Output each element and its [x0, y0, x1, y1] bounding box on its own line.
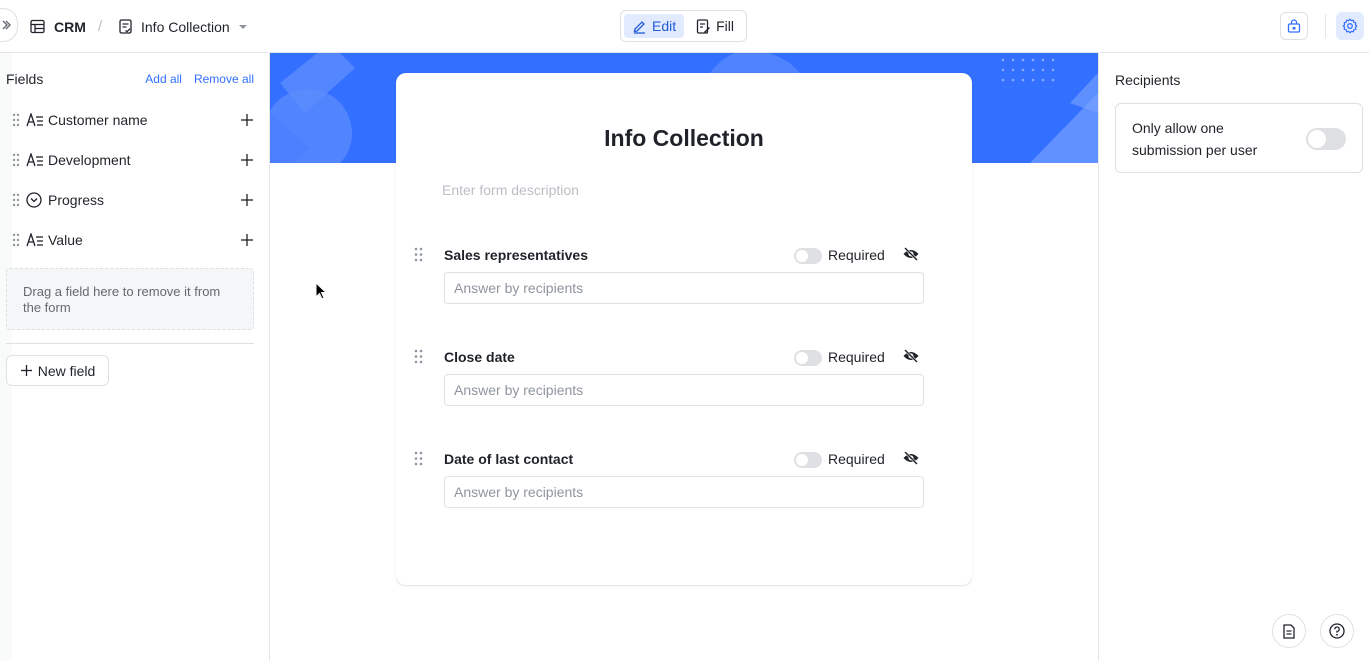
field-item-value[interactable]: Value [10, 225, 254, 255]
hide-field-icon[interactable] [902, 450, 920, 466]
drag-handle-icon[interactable] [10, 193, 22, 207]
recipients-title: Recipients [1115, 72, 1181, 88]
one-submission-toggle[interactable] [1306, 128, 1346, 150]
top-bar: CRM / Info Collection Edit Fill [0, 0, 1369, 53]
required-label: Required [828, 451, 885, 467]
fields-panel: Fields Add all Remove all Customer name … [0, 53, 270, 661]
pencil-icon [633, 20, 645, 34]
drop-zone-hint: Drag a field here to remove it from the … [23, 284, 221, 315]
drag-handle-icon[interactable] [10, 113, 22, 127]
answer-input[interactable]: Answer by recipients [444, 476, 924, 508]
form-canvas: Info Collection Enter form description S… [270, 53, 1098, 661]
app-root: CRM / Info Collection Edit Fill Fields A… [0, 0, 1369, 661]
required-toggle[interactable] [794, 350, 822, 366]
lock-box-icon [1287, 19, 1301, 33]
fields-divider [6, 343, 254, 344]
question-label: Date of last contact [444, 451, 574, 467]
form-name: Info Collection [141, 18, 230, 35]
single-select-icon [26, 192, 46, 208]
new-field-button[interactable]: New field [6, 355, 109, 386]
field-item-customer-name[interactable]: Customer name [10, 105, 254, 135]
caret-down-icon [238, 24, 247, 29]
form-icon [119, 19, 132, 34]
chevron-right-icon [2, 20, 11, 30]
text-field-icon [26, 152, 46, 168]
mouse-cursor-icon [315, 282, 327, 300]
lock-form-button[interactable] [1280, 12, 1308, 40]
table-icon [30, 19, 45, 34]
drag-handle-icon[interactable] [10, 233, 22, 247]
answer-input[interactable]: Answer by recipients [444, 272, 924, 304]
breadcrumb-separator: / [98, 18, 103, 35]
app-name: CRM [54, 18, 86, 35]
remove-field-drop-zone[interactable]: Drag a field here to remove it from the … [6, 268, 254, 330]
one-submission-setting: Only allow one submission per user [1115, 103, 1363, 173]
toolbar-divider [1325, 14, 1326, 38]
fields-panel-title: Fields [6, 71, 44, 87]
edit-mode-button[interactable]: Edit [624, 14, 685, 38]
form-card: Info Collection Enter form description S… [396, 73, 972, 585]
document-icon [1283, 623, 1295, 639]
field-item-label: Progress [48, 192, 105, 208]
plus-icon[interactable] [240, 153, 254, 167]
form-title[interactable]: Info Collection [396, 125, 972, 152]
plus-icon [20, 365, 32, 376]
new-field-label: New field [37, 362, 96, 379]
required-label: Required [828, 349, 885, 365]
help-icon [1329, 623, 1345, 639]
form-description-input[interactable]: Enter form description [442, 182, 579, 198]
add-all-link[interactable]: Add all [145, 72, 182, 86]
plus-icon[interactable] [240, 113, 254, 127]
field-item-label: Customer name [48, 112, 148, 128]
help-button[interactable] [1320, 614, 1354, 648]
text-field-icon [26, 112, 46, 128]
field-item-progress[interactable]: Progress [10, 185, 254, 215]
answer-input[interactable]: Answer by recipients [444, 374, 924, 406]
question-label: Close date [444, 349, 515, 365]
required-toggle[interactable] [794, 248, 822, 264]
hide-field-icon[interactable] [902, 348, 920, 364]
text-field-icon [26, 232, 46, 248]
fields-panel-header: Fields Add all Remove all [6, 71, 254, 87]
drag-handle-icon[interactable] [414, 349, 423, 364]
field-item-label: Value [48, 232, 83, 248]
edit-mode-label: Edit [652, 18, 677, 34]
gear-icon [1342, 18, 1358, 34]
field-item-label: Development [48, 152, 131, 168]
drag-handle-icon[interactable] [414, 451, 423, 466]
remove-all-link[interactable]: Remove all [194, 72, 254, 86]
fill-mode-label: Fill [716, 18, 735, 34]
drag-handle-icon[interactable] [10, 153, 22, 167]
plus-icon[interactable] [240, 193, 254, 207]
plus-icon[interactable] [240, 233, 254, 247]
document-button[interactable] [1272, 614, 1306, 648]
one-submission-label: Only allow one submission per user [1132, 120, 1258, 158]
drag-handle-icon[interactable] [414, 247, 423, 262]
fill-form-icon [696, 18, 711, 34]
breadcrumb-form[interactable]: Info Collection [118, 0, 248, 53]
settings-button[interactable] [1336, 12, 1364, 40]
settings-panel: Recipients Only allow one submission per… [1098, 53, 1369, 661]
required-toggle[interactable] [794, 452, 822, 468]
field-item-development[interactable]: Development [10, 145, 254, 175]
breadcrumb-app[interactable]: CRM [30, 0, 86, 53]
fill-mode-button[interactable]: Fill [688, 14, 742, 38]
expand-sidebar-button[interactable] [0, 8, 18, 42]
question-label: Sales representatives [444, 247, 588, 263]
mode-switch: Edit Fill [620, 10, 747, 42]
required-label: Required [828, 247, 885, 263]
hide-field-icon[interactable] [902, 246, 920, 262]
